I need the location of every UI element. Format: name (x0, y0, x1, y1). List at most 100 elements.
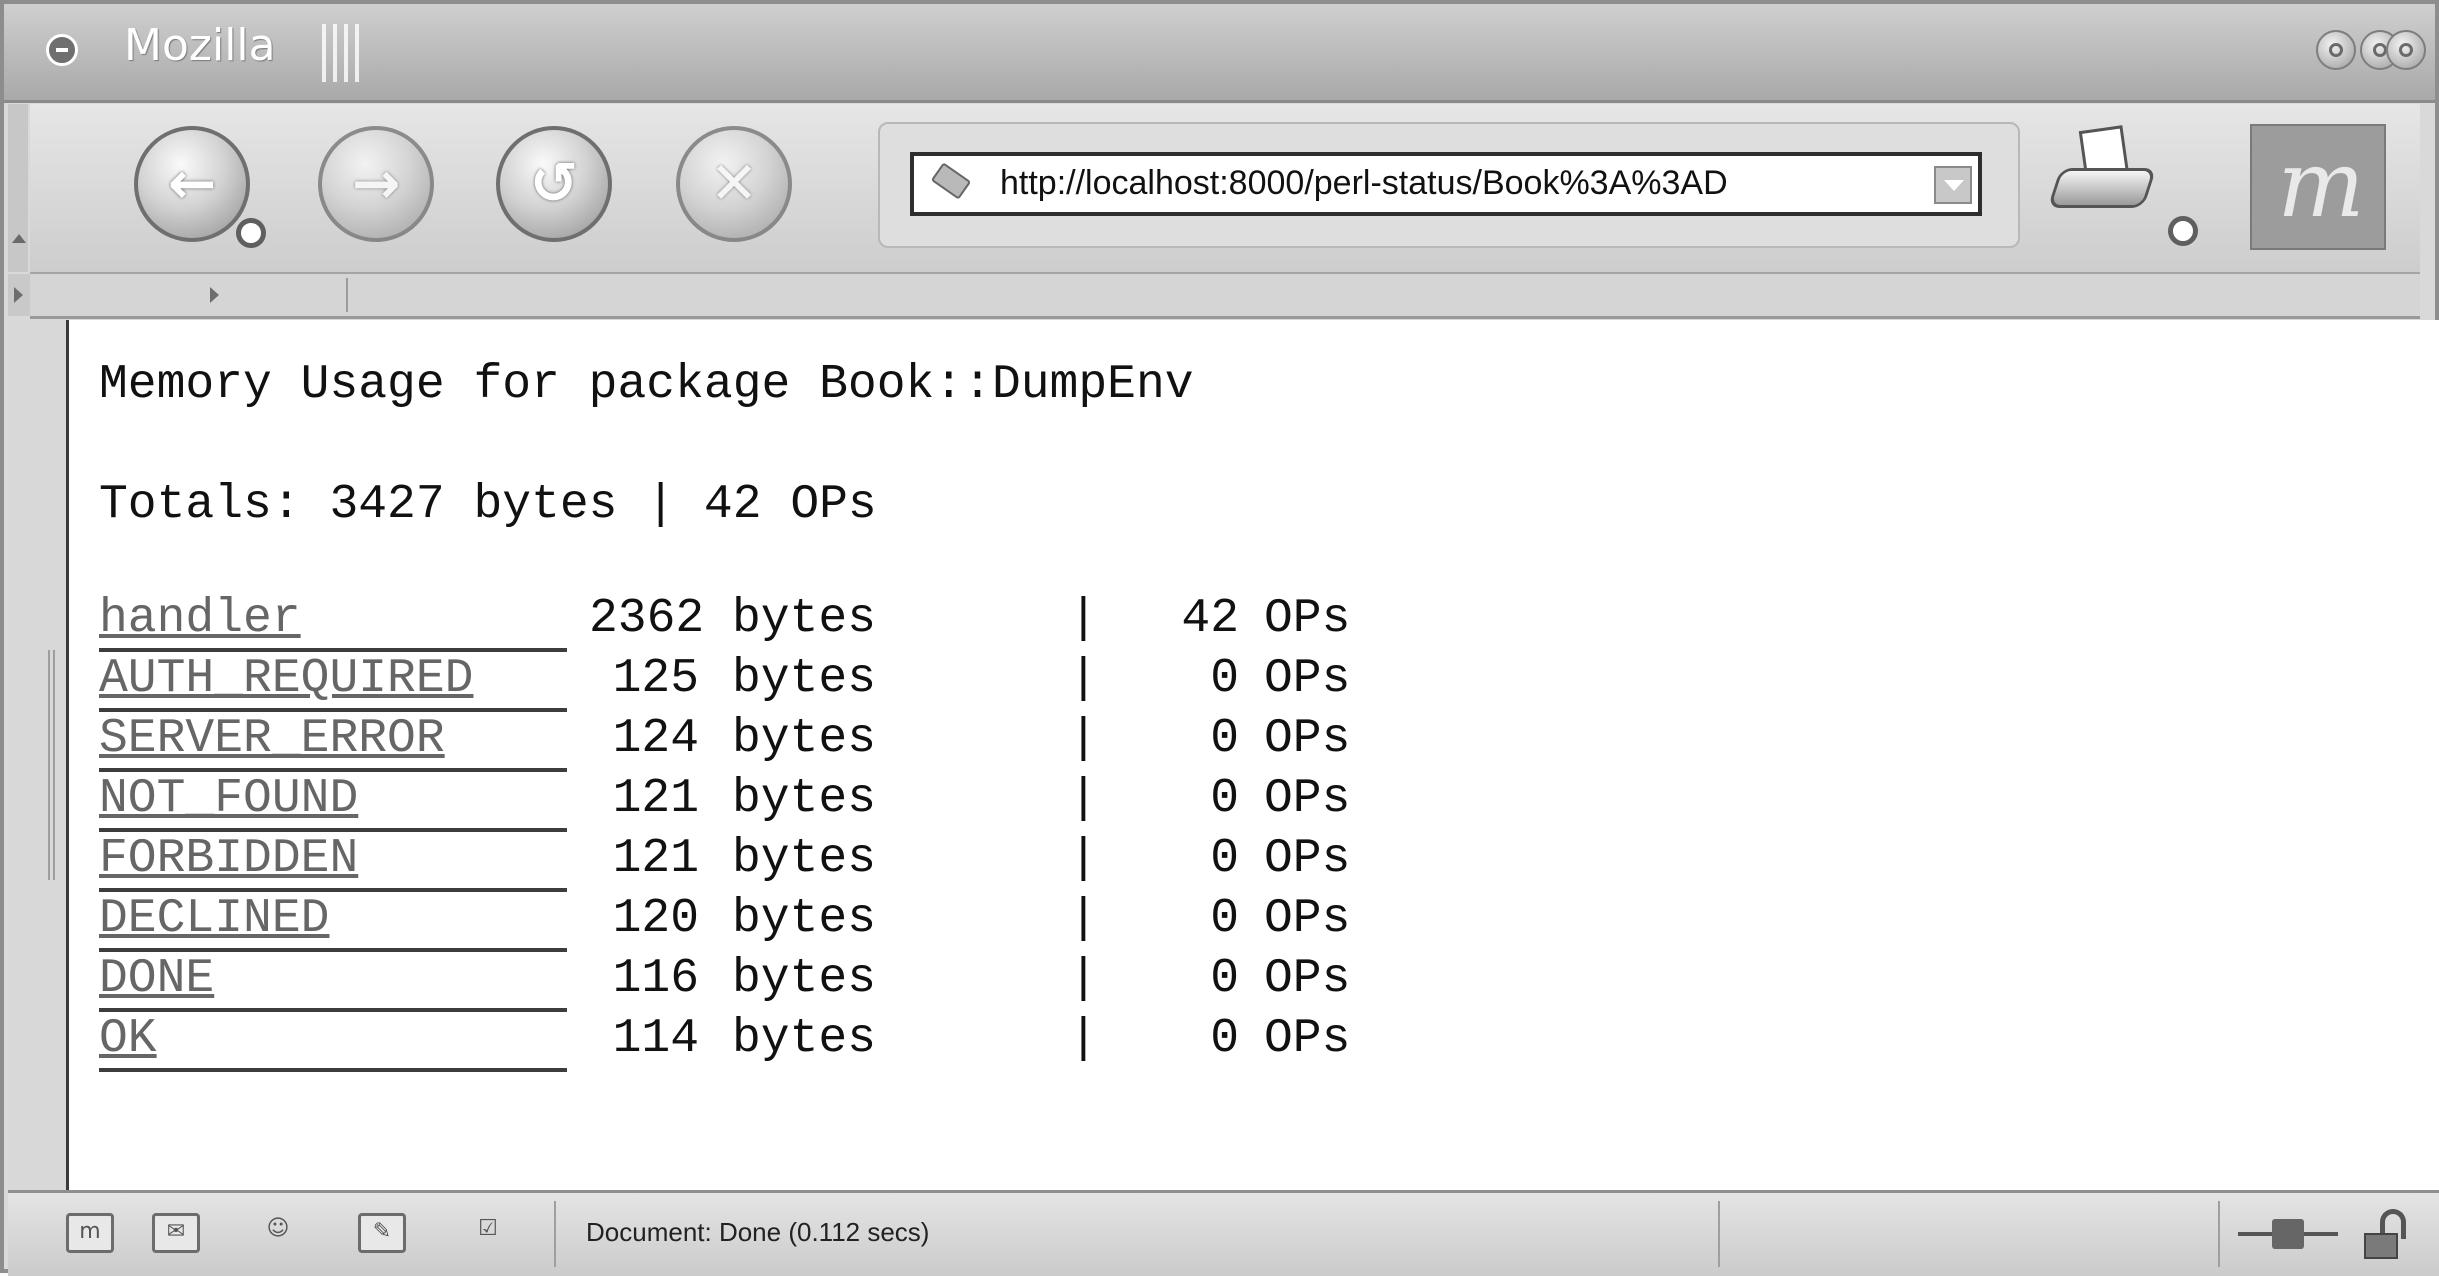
sub-name-link[interactable]: AUTH_REQUIRED (99, 652, 567, 712)
page-heading: Memory Usage for package Book::DumpEnv (99, 358, 1194, 412)
back-button[interactable]: ← (134, 126, 250, 242)
toolbar-separator (346, 278, 348, 312)
totals-line: Totals: 3427 bytes | 42 OPs (99, 478, 877, 532)
title-grip-icon (322, 24, 360, 82)
ops-unit: OPs (1264, 1012, 1351, 1066)
printer-icon (2047, 168, 2157, 208)
url-text[interactable]: http://localhost:8000/perl-status/Book%3… (1000, 164, 1900, 203)
ops-unit: OPs (1264, 652, 1351, 706)
sub-name-link[interactable]: FORBIDDEN (99, 832, 567, 892)
sub-name-link[interactable]: handler (99, 592, 567, 652)
page-proxy-icon[interactable] (930, 162, 972, 200)
title-bar[interactable]: Mozilla (4, 4, 2435, 103)
bytes-unit: bytes (732, 892, 877, 946)
lock-body (2364, 1233, 2398, 1259)
mozilla-throbber-logo[interactable]: m (2250, 124, 2386, 250)
sub-name-link[interactable]: DONE (99, 952, 567, 1012)
ops-value: 42 (1181, 592, 1239, 646)
status-text: Document: Done (0.112 secs) (586, 1217, 930, 1247)
status-separator (554, 1201, 556, 1267)
column-separator: | (1069, 712, 1098, 766)
ops-unit: OPs (1264, 892, 1351, 946)
browser-window: Mozilla ← → ↺ ✕ http://localhost:8000/pe… (0, 0, 2439, 1276)
bytes-value: 125 (612, 652, 699, 706)
ops-value: 0 (1210, 712, 1239, 766)
composer-icon[interactable]: ✎ (358, 1213, 406, 1253)
address-book-icon[interactable]: ☑ (464, 1213, 512, 1253)
bytes-unit: bytes (732, 772, 877, 826)
column-separator: | (1069, 952, 1098, 1006)
navigation-toolbar: ← → ↺ ✕ http://localhost:8000/perl-statu… (30, 104, 2420, 274)
ops-value: 0 (1210, 652, 1239, 706)
bytes-unit: bytes (732, 952, 877, 1006)
bytes-unit: bytes (732, 712, 877, 766)
ops-unit: OPs (1264, 592, 1351, 646)
stop-icon: ✕ (709, 149, 759, 217)
toolbar-grip[interactable] (8, 104, 28, 272)
forward-button[interactable]: → (318, 126, 434, 242)
url-history-dropdown-icon[interactable] (1934, 166, 1972, 204)
ops-value: 0 (1210, 832, 1239, 886)
bytes-value: 121 (612, 832, 699, 886)
bookmark-arrow-icon[interactable] (210, 287, 219, 303)
column-separator: | (1069, 832, 1098, 886)
ops-value: 0 (1210, 952, 1239, 1006)
column-separator: | (1069, 592, 1098, 646)
bytes-value: 2362 (589, 592, 705, 646)
sub-name-link[interactable]: DECLINED (99, 892, 567, 952)
window-title: Mozilla (124, 20, 276, 71)
location-bar-container: http://localhost:8000/perl-status/Book%3… (878, 122, 2020, 248)
expand-arrow-icon (14, 287, 23, 303)
back-history-dropdown-icon[interactable] (236, 218, 266, 248)
ops-value: 0 (1210, 1012, 1239, 1066)
close-window-button[interactable] (2386, 30, 2426, 70)
bytes-value: 124 (612, 712, 699, 766)
ops-unit: OPs (1264, 832, 1351, 886)
minimize-button[interactable] (2316, 30, 2356, 70)
window-menu-icon[interactable] (46, 34, 78, 66)
forward-arrow-icon: → (351, 149, 401, 217)
mail-icon[interactable]: ✉ (152, 1213, 200, 1253)
bytes-value: 116 (612, 952, 699, 1006)
bytes-unit: bytes (732, 592, 877, 646)
url-input[interactable]: http://localhost:8000/perl-status/Book%3… (910, 152, 1982, 216)
navigator-icon[interactable]: m (66, 1213, 114, 1253)
personal-toolbar (30, 274, 2420, 319)
ops-value: 0 (1210, 772, 1239, 826)
back-arrow-icon: ← (167, 149, 217, 217)
ops-unit: OPs (1264, 772, 1351, 826)
bytes-unit: bytes (732, 1012, 877, 1066)
bytes-value: 114 (612, 1012, 699, 1066)
online-connection-icon[interactable] (2238, 1219, 2338, 1249)
print-dropdown-icon[interactable] (2168, 216, 2198, 246)
status-bar: m ✉ ☺ ✎ ☑ Document: Done (0.112 secs) (8, 1190, 2439, 1276)
status-separator (2218, 1201, 2220, 1267)
reload-icon: ↺ (529, 149, 579, 217)
mozilla-logo-icon: m (2277, 131, 2364, 238)
page-content: Memory Usage for package Book::DumpEnv T… (66, 320, 2439, 1190)
bytes-unit: bytes (732, 652, 877, 706)
personal-bar-grip[interactable] (8, 274, 30, 316)
status-separator (1718, 1201, 1720, 1267)
ops-value: 0 (1210, 892, 1239, 946)
column-separator: | (1069, 652, 1098, 706)
splitter-grip-icon (48, 650, 58, 880)
bytes-value: 121 (612, 772, 699, 826)
security-lock-icon[interactable] (2364, 1209, 2414, 1259)
column-separator: | (1069, 772, 1098, 826)
sub-name-link[interactable]: NOT_FOUND (99, 772, 567, 832)
sub-name-link[interactable]: SERVER_ERROR (99, 712, 567, 772)
ops-unit: OPs (1264, 952, 1351, 1006)
stop-button[interactable]: ✕ (676, 126, 792, 242)
connection-plug (2272, 1219, 2304, 1249)
sub-name-link[interactable]: OK (99, 1012, 567, 1072)
ops-unit: OPs (1264, 712, 1351, 766)
column-separator: | (1069, 892, 1098, 946)
column-separator: | (1069, 1012, 1098, 1066)
sidebar-splitter[interactable] (8, 320, 66, 1190)
reload-button[interactable]: ↺ (496, 126, 612, 242)
print-button[interactable] (2047, 124, 2168, 234)
bytes-value: 120 (612, 892, 699, 946)
instant-messenger-icon[interactable]: ☺ (254, 1213, 302, 1253)
bytes-unit: bytes (732, 832, 877, 886)
